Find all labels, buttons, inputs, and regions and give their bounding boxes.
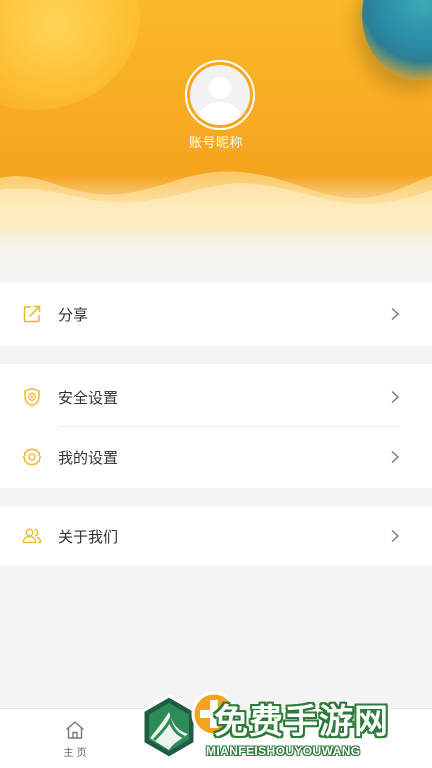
profile-header: 账号昵称 [0,0,432,282]
menu-item-about-label: 关于我们 [58,527,119,546]
gear-icon [22,447,42,467]
menu-item-security-label: 安全设置 [58,388,119,407]
tab-home-label: 主 页 [63,748,87,759]
home-icon [66,721,84,739]
menu-item-share-label: 分享 [58,305,89,324]
menu-item-my-settings-label: 我的设置 [58,448,119,467]
menu-item-my-settings[interactable]: 我的设置 [0,427,432,487]
header-globe-decoration [362,0,432,80]
tab-home[interactable]: 主 页 [3,709,147,768]
watermark-subtitle: MIANFEISHOUYOUWANG [206,744,361,758]
menu-item-security[interactable]: 安全设置 [0,367,432,427]
chevron-right-icon [390,307,400,321]
menu-card-about: 关于我们 [0,506,432,566]
chevron-right-icon [390,529,400,543]
chevron-right-icon [390,450,400,464]
avatar[interactable] [185,60,255,130]
users-icon [22,526,42,546]
header-wave [0,171,432,230]
menu-item-about[interactable]: 关于我们 [0,506,432,566]
share-icon [22,304,42,324]
chevron-right-icon [390,390,400,404]
default-avatar-icon [199,77,241,125]
menu-card-settings: 安全设置 我的设置 [0,364,432,488]
header-decoration [0,0,140,110]
menu-card-share: 分享 [0,282,432,346]
watermark-title: 免费手游网 [214,702,389,742]
account-nickname[interactable]: 账号昵称 [0,132,432,151]
menu-item-share[interactable]: 分享 [0,284,432,344]
shield-icon [22,387,42,407]
